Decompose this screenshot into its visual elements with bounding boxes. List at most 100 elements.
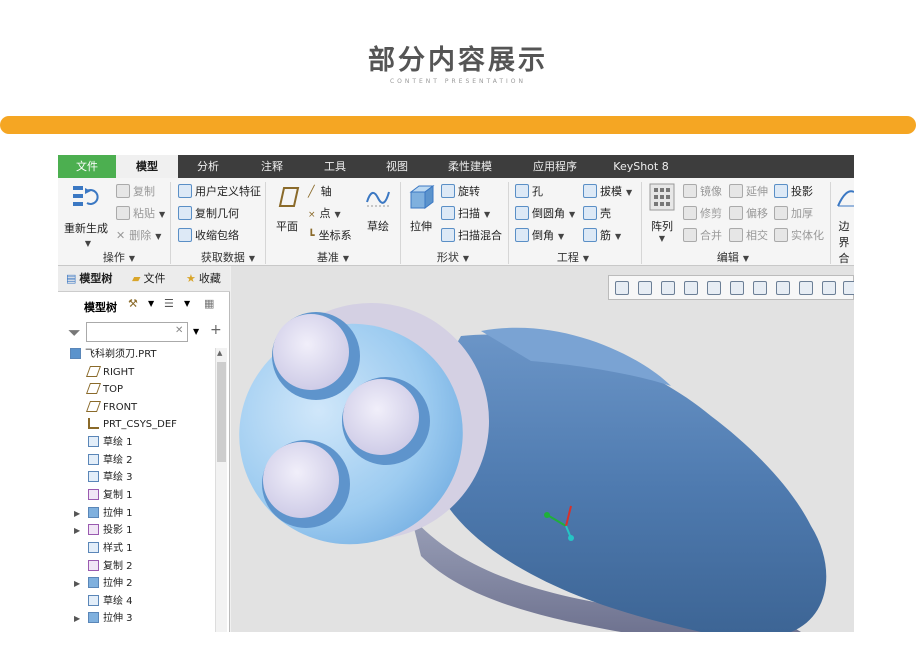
tree-node-sketch-4[interactable]: 草绘 4	[88, 593, 133, 610]
chevron-down-icon[interactable]: ▼	[193, 327, 199, 336]
clear-icon[interactable]: ✕	[175, 325, 183, 336]
copy-geometry-button[interactable]: 复制几何	[178, 204, 239, 224]
tree-node-extrude-3[interactable]: ▶ 拉伸 3	[74, 610, 133, 627]
scroll-up-icon[interactable]: ▲	[217, 349, 222, 357]
ribbon-divider	[400, 182, 401, 264]
regenerate-button[interactable]: 重新生成▼	[60, 220, 112, 249]
mirror-button[interactable]: 镜像	[683, 182, 722, 202]
boundary-blend-button[interactable]: 边界合	[834, 218, 854, 266]
swept-blend-button[interactable]: 扫描混合	[441, 226, 502, 246]
scrollbar-thumb[interactable]	[217, 362, 226, 462]
tab-flexible-modeling[interactable]: 柔性建模	[438, 155, 502, 178]
tab-tools[interactable]: 工具	[309, 155, 361, 178]
hole-button[interactable]: 孔	[515, 182, 543, 202]
ribbon-divider	[265, 182, 266, 264]
tree-node-copy-2[interactable]: 复制 2	[88, 558, 133, 575]
tab-file[interactable]: 文件	[58, 155, 116, 178]
tab-folder-browser[interactable]: ▰ 文件	[132, 270, 165, 286]
tab-keyshot[interactable]: KeyShot 8	[608, 155, 674, 178]
graphics-viewport[interactable]	[231, 266, 854, 632]
tree-node-extrude-2[interactable]: ▶ 拉伸 2	[74, 575, 133, 592]
tree-node-front[interactable]: FRONT	[85, 399, 137, 416]
tree-node-sketch-1[interactable]: 草绘 1	[88, 434, 133, 451]
merge-button[interactable]: 合并	[683, 226, 722, 246]
expand-icon[interactable]: ▶	[74, 610, 80, 627]
csys-button[interactable]: ┗ 坐标系	[308, 226, 352, 246]
show-menu-icon[interactable]: ☰	[164, 297, 174, 310]
tab-model-tree[interactable]: ▤ 模型树	[66, 270, 112, 286]
tree-filter-row: ⏷ ✕ ▼ +	[58, 319, 230, 345]
chevron-down-icon[interactable]: ▼	[148, 299, 154, 308]
solidify-icon	[774, 228, 788, 242]
tree-columns-icon[interactable]: ▦	[204, 297, 214, 310]
extrude-icon	[88, 612, 99, 623]
tree-node-copy-1[interactable]: 复制 1	[88, 487, 133, 504]
tree-node-csys[interactable]: PRT_CSYS_DEF	[88, 416, 177, 433]
rib-button[interactable]: 筋 ▼	[583, 226, 621, 246]
group-label-get-data[interactable]: 获取数据 ▼	[188, 249, 268, 265]
thicken-button[interactable]: 加厚	[774, 204, 813, 224]
tab-applications[interactable]: 应用程序	[523, 155, 587, 178]
tree-search-input[interactable]	[86, 322, 188, 342]
chevron-down-icon[interactable]: ▼	[184, 299, 190, 308]
solidify-button[interactable]: 实体化	[774, 226, 824, 246]
add-icon[interactable]: +	[210, 322, 222, 338]
project-button[interactable]: 投影	[774, 182, 813, 202]
group-label-operate[interactable]: 操作 ▼	[94, 249, 144, 265]
tree-node-project-1[interactable]: ▶ 投影 1	[74, 522, 133, 539]
tree-node-sketch-2[interactable]: 草绘 2	[88, 452, 133, 469]
tab-view[interactable]: 视图	[371, 155, 423, 178]
tree-node-top[interactable]: TOP	[85, 381, 123, 398]
delete-button[interactable]: ✕ 删除 ▼	[116, 226, 161, 246]
group-label-editing[interactable]: 编辑 ▼	[708, 249, 758, 265]
merge-icon	[683, 228, 697, 242]
project-icon	[88, 524, 99, 535]
pattern-button[interactable]: 阵列 ▼	[642, 218, 682, 243]
tab-favorites[interactable]: ★ 收藏	[186, 270, 221, 286]
udf-icon	[178, 184, 192, 198]
accent-bar	[0, 116, 916, 134]
sketch-button[interactable]: 草绘	[360, 218, 396, 234]
round-button[interactable]: 倒圆角 ▼	[515, 204, 575, 224]
shell-button[interactable]: 壳	[583, 204, 611, 224]
tab-analysis[interactable]: 分析	[182, 155, 234, 178]
extrude-button[interactable]: 拉伸	[404, 218, 438, 234]
tree-node-sketch-3[interactable]: 草绘 3	[88, 469, 133, 486]
filter-icon[interactable]: ⏷	[68, 323, 81, 343]
tree-settings-icon[interactable]: ⚒	[128, 297, 138, 310]
draft-button[interactable]: 拔模 ▼	[583, 182, 632, 202]
intersect-button[interactable]: 相交	[729, 226, 768, 246]
group-label-engineering[interactable]: 工程 ▼	[548, 249, 598, 265]
tree-node-root[interactable]: 飞科剃须刀.PRT	[70, 346, 157, 363]
tab-annotate[interactable]: 注释	[246, 155, 298, 178]
group-label-datum[interactable]: 基准 ▼	[308, 249, 358, 265]
expand-icon[interactable]: ▶	[74, 505, 80, 522]
extend-button[interactable]: 延伸	[729, 182, 768, 202]
copy-button[interactable]: 复制	[116, 182, 155, 202]
chamfer-icon	[515, 228, 529, 242]
paste-icon	[116, 206, 130, 220]
tree-scrollbar[interactable]: ▲	[215, 348, 227, 632]
tree-node-right[interactable]: RIGHT	[85, 364, 134, 381]
revolve-button[interactable]: 旋转	[441, 182, 480, 202]
folder-icon: ▰	[132, 272, 141, 285]
sweep-button[interactable]: 扫描 ▼	[441, 204, 490, 224]
tab-model[interactable]: 模型	[116, 155, 178, 178]
thicken-icon	[774, 206, 788, 220]
axis-button[interactable]: ╱ 轴	[308, 182, 332, 202]
expand-icon[interactable]: ▶	[74, 522, 80, 539]
trim-button[interactable]: 修剪	[683, 204, 722, 224]
boundary-blend-icon	[836, 186, 854, 210]
chamfer-button[interactable]: 倒角 ▼	[515, 226, 564, 246]
offset-button[interactable]: 偏移	[729, 204, 768, 224]
expand-icon[interactable]: ▶	[74, 575, 80, 592]
udf-button[interactable]: 用户定义特征	[178, 182, 261, 202]
point-button[interactable]: × 点 ▼	[308, 204, 341, 224]
tree-node-extrude-1[interactable]: ▶ 拉伸 1	[74, 505, 133, 522]
tree-node-style-1[interactable]: 样式 1	[88, 540, 133, 557]
tree-icon: ▤	[66, 272, 77, 285]
group-label-shape[interactable]: 形状 ▼	[428, 249, 478, 265]
plane-button[interactable]: 平面	[270, 218, 304, 234]
shrinkwrap-button[interactable]: 收缩包络	[178, 226, 239, 246]
paste-button[interactable]: 粘贴 ▼	[116, 204, 165, 224]
